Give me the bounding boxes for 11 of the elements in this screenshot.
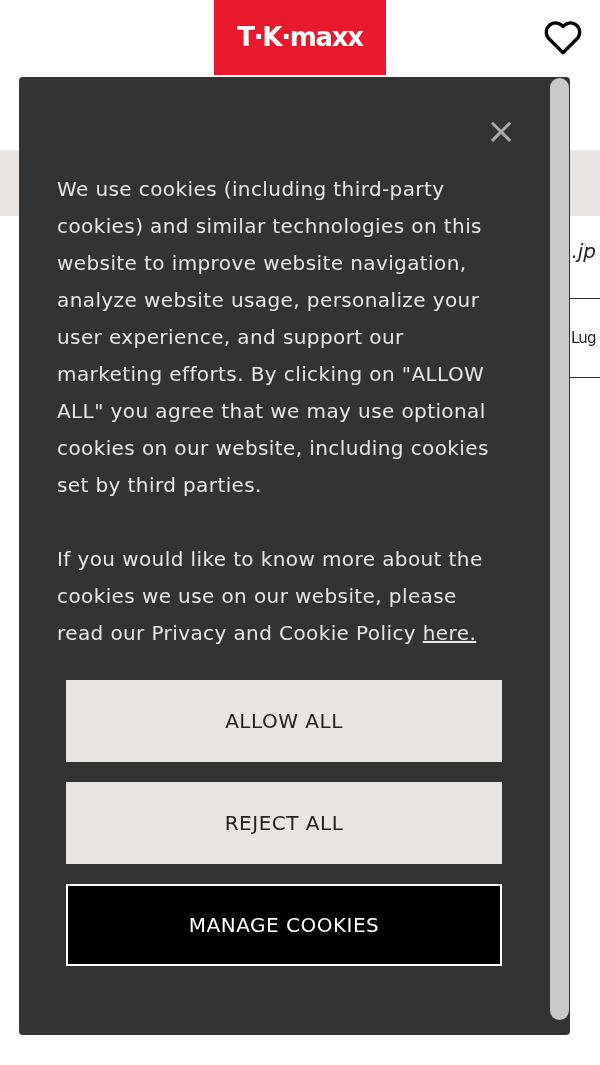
cookie-button[interactable]: ALLOW ALL bbox=[66, 680, 502, 762]
cookie-button[interactable]: MANAGE COOKIES bbox=[66, 884, 502, 966]
cookie-notice-text: We use cookies (including third-party cookies) and similar technologies on this website to improve website navigation, analyze website usage, personalize your user experience, and support our marketing efforts. By clicking on "ALLOW ALL" you agree that we may use optional cookies on our website, including cookies set by third parties. bbox=[57, 176, 490, 499]
cookie-button[interactable]: REJECT ALL bbox=[66, 782, 502, 864]
logo[interactable]: T·K·maxx bbox=[214, 0, 386, 75]
scrollbar[interactable] bbox=[550, 78, 569, 1020]
cookie-policy-text: If you would like to know more about the cookies we use on our website, please read our Privacy and Cookie Policy here. bbox=[57, 546, 484, 647]
image-filename: .jp bbox=[571, 238, 596, 265]
policy-link[interactable]: here. bbox=[422, 621, 477, 645]
close-button[interactable]: × bbox=[486, 113, 517, 149]
heart-icon[interactable] bbox=[543, 20, 583, 56]
